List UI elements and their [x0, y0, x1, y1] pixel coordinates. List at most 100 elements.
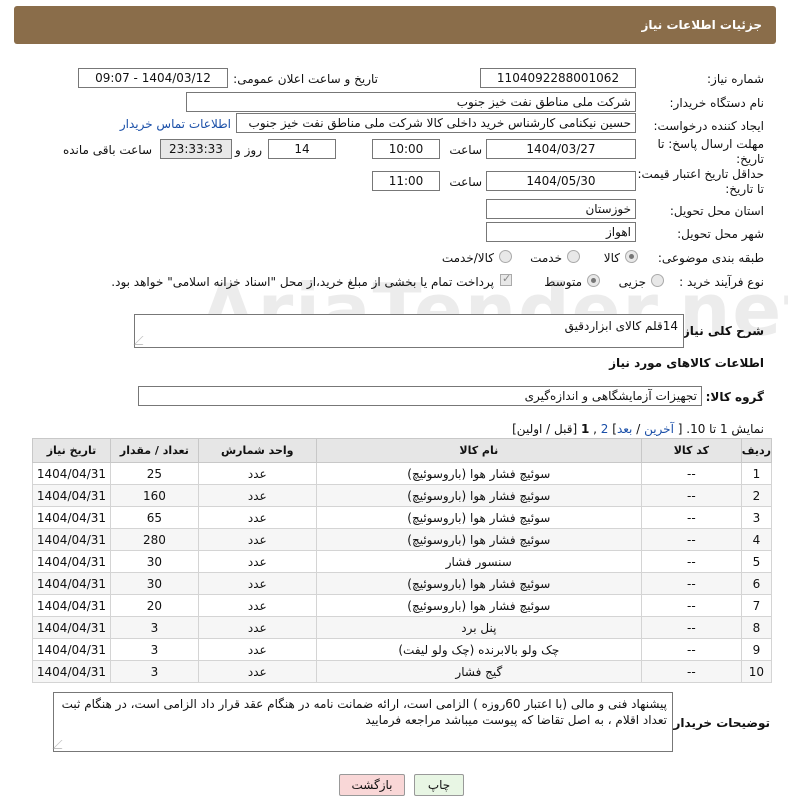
- description-label: شرح کلی نیاز:: [678, 324, 764, 338]
- creator-label: ایجاد کننده درخواست:: [653, 119, 764, 133]
- cell-date: 1404/04/31: [32, 506, 111, 529]
- cell-unit: عدد: [197, 572, 317, 595]
- pagination-sep: /: [632, 422, 641, 436]
- category-both-radio[interactable]: [499, 250, 512, 263]
- table-row: 6 -- سوئیچ فشار هوا (باروسوئیچ) عدد 30 1404/0…: [32, 572, 773, 595]
- pagination: نمایش 1 تا 10. [ آخرین / بعد] 2 , 1 [قبل…: [512, 422, 764, 436]
- cell-unit: عدد: [197, 506, 317, 529]
- category-label: طبقه بندی موضوعی:: [657, 251, 764, 265]
- validity-time-label: ساعت: [449, 175, 482, 189]
- pagination-next-link[interactable]: بعد: [617, 422, 632, 436]
- table-row: 4 -- سوئیچ فشار هوا (باروسوئیچ) عدد 280 1404/…: [32, 528, 773, 551]
- cell-unit: عدد: [197, 594, 317, 617]
- col-header-quantity: تعداد / مقدار: [110, 438, 199, 463]
- resize-grip-icon: [52, 740, 71, 749]
- cell-quantity: 160: [110, 484, 199, 507]
- remaining-label: ساعت باقی مانده: [62, 143, 152, 157]
- cell-code: --: [640, 572, 742, 595]
- cell-name: سوئیچ فشار هوا (باروسوئیچ): [315, 484, 642, 507]
- pagination-page-2-link[interactable]: 2: [601, 422, 609, 436]
- goods-table: ردیف کد کالا نام کالا واحد شمارش تعداد /…: [32, 438, 773, 683]
- cell-row-number: 4: [740, 528, 773, 551]
- cell-name: پنل برد: [315, 616, 642, 639]
- deadline-label: مهلت ارسال پاسخ: تا: [657, 137, 764, 151]
- deadline-time-label: ساعت: [449, 143, 482, 157]
- buyer-notes-textarea: پیشنهاد فنی و مالی (با اعتبار 60روزه ) ا…: [52, 692, 673, 752]
- col-header-row-number: ردیف: [740, 438, 773, 463]
- pagination-prefix: نمایش 1 تا 10. [: [677, 422, 764, 436]
- cell-name: سنسور فشار: [315, 550, 642, 573]
- cell-unit: عدد: [197, 484, 317, 507]
- cell-row-number: 10: [740, 660, 773, 683]
- cell-quantity: 280: [110, 528, 199, 551]
- buyer-notes-label: توضیحات خریدار:: [668, 716, 770, 730]
- cell-name: سوئیچ فشار هوا (باروسوئیچ): [315, 572, 642, 595]
- cell-name: سوئیچ فشار هوا (باروسوئیچ): [315, 506, 642, 529]
- province-label: استان محل تحویل:: [669, 204, 764, 218]
- need-number-field: 1104092288001062: [480, 68, 636, 88]
- cell-name: سوئیچ فشار هوا (باروسوئیچ): [315, 462, 642, 485]
- contact-buyer-link[interactable]: اطلاعات تماس خریدار: [120, 117, 231, 131]
- cell-code: --: [640, 506, 742, 529]
- cell-date: 1404/04/31: [32, 660, 111, 683]
- cell-row-number: 1: [740, 462, 773, 485]
- cell-date: 1404/04/31: [32, 594, 111, 617]
- process-minor-radio[interactable]: [651, 274, 664, 287]
- cell-date: 1404/04/31: [32, 484, 111, 507]
- cell-name: گیج فشار: [315, 660, 642, 683]
- cell-code: --: [640, 594, 742, 617]
- table-header-row: ردیف کد کالا نام کالا واحد شمارش تعداد /…: [32, 438, 773, 463]
- goods-info-title: اطلاعات کالاهای مورد نیاز: [609, 356, 764, 370]
- category-service-label: خدمت: [530, 251, 562, 265]
- cell-quantity: 3: [110, 616, 199, 639]
- announce-label: تاریخ و ساعت اعلان عمومی:: [233, 72, 378, 86]
- goods-group-field: تجهیزات آزمایشگاهی و اندازه‌گیری: [138, 386, 702, 406]
- cell-quantity: 30: [110, 550, 199, 573]
- resize-grip-icon: [133, 336, 152, 345]
- page-header: جزئیات اطلاعات نیاز: [14, 6, 776, 44]
- cell-code: --: [640, 660, 742, 683]
- cell-unit: عدد: [197, 462, 317, 485]
- table-row: 9 -- چک ولو بالابرنده (چک ولو لیفت) عدد 3 140…: [32, 638, 773, 661]
- validity-time-field: 11:00: [372, 171, 440, 191]
- cell-row-number: 8: [740, 616, 773, 639]
- validity-date-field: 1404/05/30: [486, 171, 636, 191]
- days-label: روز و: [235, 143, 262, 157]
- remaining-time-field: 23:33:33: [160, 139, 232, 159]
- goods-group-label: گروه کالا:: [705, 390, 764, 404]
- back-button[interactable]: بازگشت: [339, 774, 405, 796]
- cell-name: چک ولو بالابرنده (چک ولو لیفت): [315, 638, 642, 661]
- cell-name: سوئیچ فشار هوا (باروسوئیچ): [315, 528, 642, 551]
- cell-row-number: 9: [740, 638, 773, 661]
- category-service-radio[interactable]: [567, 250, 580, 263]
- process-medium-radio[interactable]: [587, 274, 600, 287]
- payment-note: پرداخت تمام یا بخشی از مبلغ خرید،از محل …: [111, 275, 494, 289]
- cell-quantity: 65: [110, 506, 199, 529]
- pagination-last-link[interactable]: آخرین: [644, 422, 674, 436]
- col-header-date: تاریخ نیاز: [32, 438, 111, 463]
- cell-quantity: 25: [110, 462, 199, 485]
- cell-quantity: 3: [110, 660, 199, 683]
- cell-date: 1404/04/31: [32, 616, 111, 639]
- description-textarea: 14قلم کالای ابزاردقیق: [133, 314, 684, 348]
- cell-unit: عدد: [197, 550, 317, 573]
- col-header-name: نام کالا: [315, 438, 642, 463]
- cell-date: 1404/04/31: [32, 572, 111, 595]
- need-number-label: شماره نیاز:: [707, 72, 764, 86]
- cell-unit: عدد: [197, 528, 317, 551]
- validity-label: حداقل تاریخ اعتبار قیمت:: [637, 167, 764, 181]
- col-header-unit: واحد شمارش: [197, 438, 317, 463]
- category-goods-radio[interactable]: [625, 250, 638, 263]
- cell-unit: عدد: [197, 616, 317, 639]
- cell-quantity: 3: [110, 638, 199, 661]
- cell-code: --: [640, 616, 742, 639]
- print-button[interactable]: چاپ: [414, 774, 464, 796]
- pagination-suffix: [قبل / اولین]: [512, 422, 578, 436]
- treasury-checkbox[interactable]: [500, 272, 512, 286]
- cell-row-number: 6: [740, 572, 773, 595]
- cell-row-number: 7: [740, 594, 773, 617]
- category-both-label: کالا/خدمت: [441, 251, 494, 265]
- cell-code: --: [640, 638, 742, 661]
- table-row: 8 -- پنل برد عدد 3 1404/04/31: [32, 616, 773, 639]
- deadline-label-2: تاریخ:: [736, 152, 764, 166]
